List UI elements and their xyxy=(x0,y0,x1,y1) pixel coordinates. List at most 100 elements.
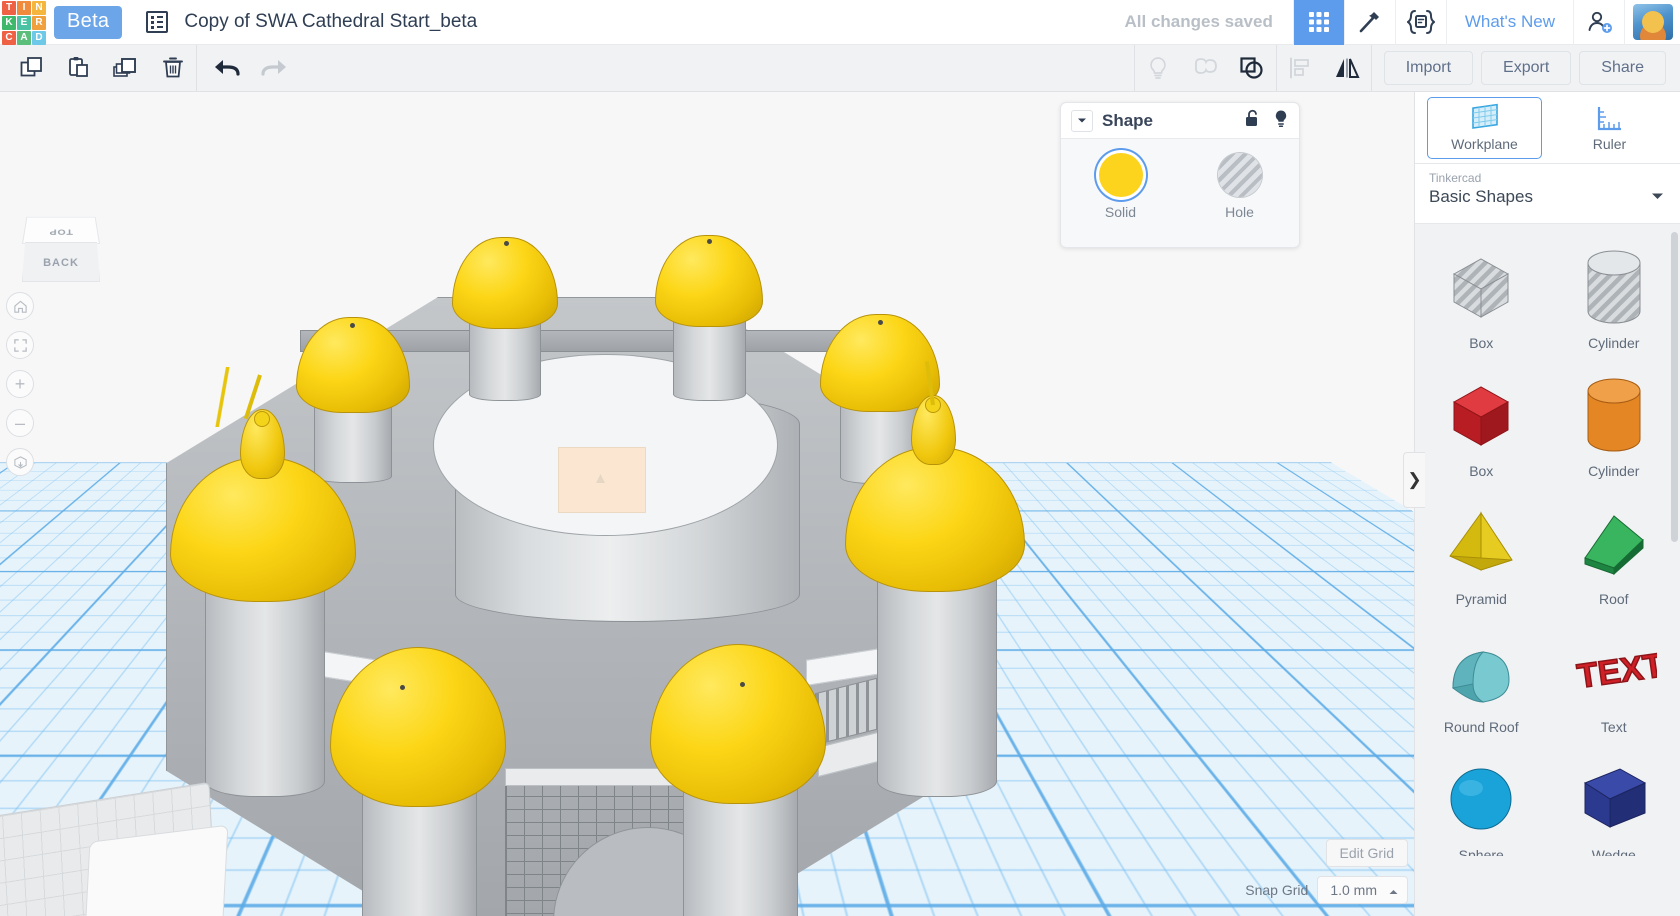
shape-item-label: Cylinder xyxy=(1588,335,1640,351)
logo-tile-k: K xyxy=(2,15,16,30)
shape-item-label: Box xyxy=(1469,463,1494,479)
share-button[interactable]: Share xyxy=(1579,51,1666,85)
view-cube[interactable]: TOP BACK xyxy=(22,204,100,282)
zoom-in-button[interactable]: + xyxy=(6,370,34,398)
shape-panel-body: Solid Hole xyxy=(1061,139,1299,220)
lightbulb-icon[interactable] xyxy=(1273,109,1289,133)
logo-tile-i: I xyxy=(17,0,31,15)
library-scrollbar[interactable] xyxy=(1671,232,1678,542)
avatar[interactable] xyxy=(1624,0,1680,45)
view-cube-top-face[interactable]: TOP xyxy=(22,216,100,244)
shape-panel-title: Shape xyxy=(1102,110,1154,130)
grid-controls: Edit Grid Snap Grid 1.0 mm xyxy=(1140,839,1408,904)
ungroup-icon xyxy=(1182,45,1229,92)
text-icon: TEXT xyxy=(1548,625,1680,717)
hole-label: Hole xyxy=(1225,204,1254,220)
shape-item-label: Box xyxy=(1469,335,1494,351)
cylinder-icon xyxy=(1548,369,1680,461)
design-grid-icon[interactable] xyxy=(1292,0,1344,45)
sidebar-tools: Workplane Ruler xyxy=(1415,92,1680,164)
snap-grid-value: 1.0 mm xyxy=(1330,882,1377,898)
delete-icon[interactable] xyxy=(149,45,196,92)
shape-library-grid[interactable]: Box Cylinder Box Cylinder Pyramid Roof R… xyxy=(1415,225,1680,856)
edit-toolbar: Import Export Share xyxy=(0,44,1680,92)
edit-grid-button[interactable]: Edit Grid xyxy=(1325,839,1408,867)
shape-item-roof[interactable]: Roof xyxy=(1548,497,1680,607)
perspective-toggle-button[interactable] xyxy=(6,448,34,476)
copy-icon[interactable] xyxy=(8,45,55,92)
whats-new-link[interactable]: What's New xyxy=(1445,0,1573,45)
cylinder-hole-icon xyxy=(1548,241,1680,333)
paste-icon[interactable] xyxy=(55,45,102,92)
workplane-tool[interactable]: Workplane xyxy=(1427,96,1542,159)
logo-tile-n: N xyxy=(32,0,46,15)
home-view-button[interactable] xyxy=(6,292,34,320)
save-status: All changes saved xyxy=(1124,12,1273,31)
shape-item-label: Pyramid xyxy=(1455,591,1507,607)
shape-item-sphere[interactable]: Sphere xyxy=(1415,753,1548,856)
toolbar-divider xyxy=(196,44,197,92)
snap-grid-row: Snap Grid 1.0 mm xyxy=(1245,876,1408,904)
logo-tile-c: C xyxy=(2,30,16,45)
svg-text:TEXT: TEXT xyxy=(1575,646,1657,696)
tinkercad-app: TIN KER CAD Beta Copy of SWA Cathedral Sta… xyxy=(0,0,1680,916)
pyramid-icon xyxy=(1415,497,1548,589)
snap-grid-select[interactable]: 1.0 mm xyxy=(1317,876,1408,904)
export-button[interactable]: Export xyxy=(1481,51,1572,85)
pickaxe-icon[interactable] xyxy=(1343,0,1395,45)
shape-item-label: Cylinder xyxy=(1588,463,1640,479)
shape-item-label: Wedge xyxy=(1591,847,1636,856)
lightbulb-icon xyxy=(1135,45,1182,92)
logo-tile-a: A xyxy=(17,30,31,45)
library-collection: Basic Shapes xyxy=(1429,187,1533,206)
tinkercad-logo[interactable]: TIN KER CAD xyxy=(0,0,46,45)
align-icon xyxy=(1277,45,1324,92)
shape-item-box[interactable]: Box xyxy=(1415,241,1548,351)
logo-tile-t: T xyxy=(2,0,16,15)
shape-item-box[interactable]: Box xyxy=(1415,369,1548,479)
view-cube-front-face[interactable]: BACK xyxy=(22,242,100,282)
wedge-icon xyxy=(1548,753,1680,845)
redo-icon xyxy=(250,45,297,92)
sphere-icon xyxy=(1415,753,1548,845)
workplane-tool-label: Workplane xyxy=(1451,136,1518,152)
box-icon xyxy=(1415,369,1548,461)
shape-item-wedge[interactable]: Wedge xyxy=(1548,753,1680,856)
toolbar-right-group: Import Export Share xyxy=(1133,44,1680,92)
user-plus-icon[interactable] xyxy=(1573,0,1624,45)
shape-item-cylinder[interactable]: Cylinder xyxy=(1548,241,1680,351)
hole-swatch[interactable] xyxy=(1217,153,1262,197)
solid-option-button[interactable]: Solid xyxy=(1061,153,1180,220)
shape-item-text[interactable]: TEXT Text xyxy=(1548,625,1680,735)
hole-option-button[interactable]: Hole xyxy=(1180,153,1299,220)
shape-item-pyramid[interactable]: Pyramid xyxy=(1415,497,1548,607)
document-list-icon[interactable] xyxy=(146,11,169,33)
solid-label: Solid xyxy=(1104,204,1137,220)
chevron-down-icon[interactable] xyxy=(1071,109,1093,132)
solid-color-swatch[interactable] xyxy=(1098,153,1143,197)
toolbar-divider-4 xyxy=(1370,44,1372,92)
chevron-down-icon[interactable] xyxy=(1651,188,1664,206)
logo-tile-e: E xyxy=(17,15,31,30)
shape-library-select[interactable]: Tinkercad Basic Shapes xyxy=(1415,164,1680,224)
shape-item-label: Round Roof xyxy=(1443,719,1519,735)
unlock-icon[interactable] xyxy=(1244,109,1261,133)
page-title[interactable]: Copy of SWA Cathedral Start_beta xyxy=(184,11,477,33)
shape-panel-header-icons xyxy=(1244,109,1289,133)
codeblocks-icon[interactable] xyxy=(1394,0,1446,45)
zoom-out-button[interactable]: – xyxy=(6,409,34,437)
mirror-icon[interactable] xyxy=(1324,45,1371,92)
duplicate-icon[interactable] xyxy=(102,45,149,92)
library-vendor: Tinkercad xyxy=(1429,171,1482,185)
fit-view-button[interactable] xyxy=(6,331,34,359)
top-bar: TIN KER CAD Beta Copy of SWA Cathedral Sta… xyxy=(0,0,1680,45)
snap-grid-label: Snap Grid xyxy=(1245,882,1309,898)
shape-item-cylinder[interactable]: Cylinder xyxy=(1548,369,1680,479)
sidebar-collapse-tab[interactable]: ❯ xyxy=(1403,452,1425,508)
import-button[interactable]: Import xyxy=(1383,51,1474,85)
shape-item-round-roof[interactable]: Round Roof xyxy=(1415,625,1548,735)
group-icon[interactable] xyxy=(1229,45,1276,92)
ruler-tool[interactable]: Ruler xyxy=(1552,97,1667,159)
undo-icon[interactable] xyxy=(203,45,250,92)
shape-item-label: Roof xyxy=(1598,591,1629,607)
